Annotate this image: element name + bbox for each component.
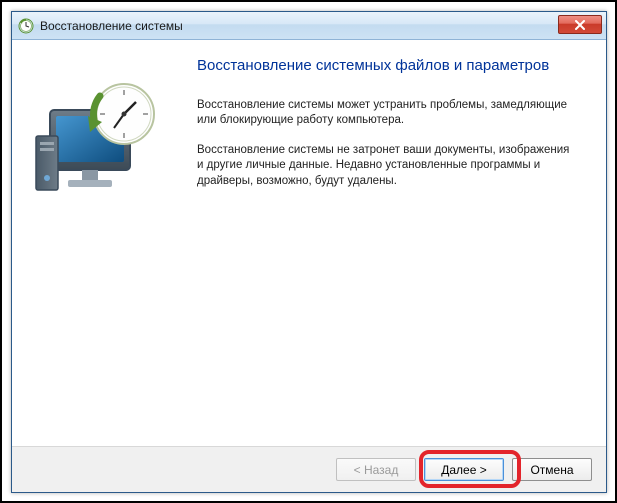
illustration [32,54,197,436]
system-restore-icon [18,18,34,34]
window-title: Восстановление системы [40,19,183,33]
cancel-button[interactable]: Отмена [512,458,592,481]
footer-buttons: < Назад Далее > Отмена [12,446,606,492]
content-area: Восстановление системных файлов и параме… [12,40,606,446]
outer-frame: Восстановление системы [0,0,617,503]
paragraph-1: Восстановление системы может устранить п… [197,98,576,129]
next-button[interactable]: Далее > [424,458,504,481]
restore-graphic-icon [32,78,172,208]
paragraph-2: Восстановление системы не затронет ваши … [197,143,576,190]
titlebar: Восстановление системы [12,12,606,40]
close-button[interactable] [558,15,602,34]
close-icon [574,20,586,30]
dialog-window: Восстановление системы [11,11,607,493]
page-heading: Восстановление системных файлов и параме… [197,56,576,76]
text-area: Восстановление системных файлов и параме… [197,54,586,436]
back-button: < Назад [336,458,416,481]
